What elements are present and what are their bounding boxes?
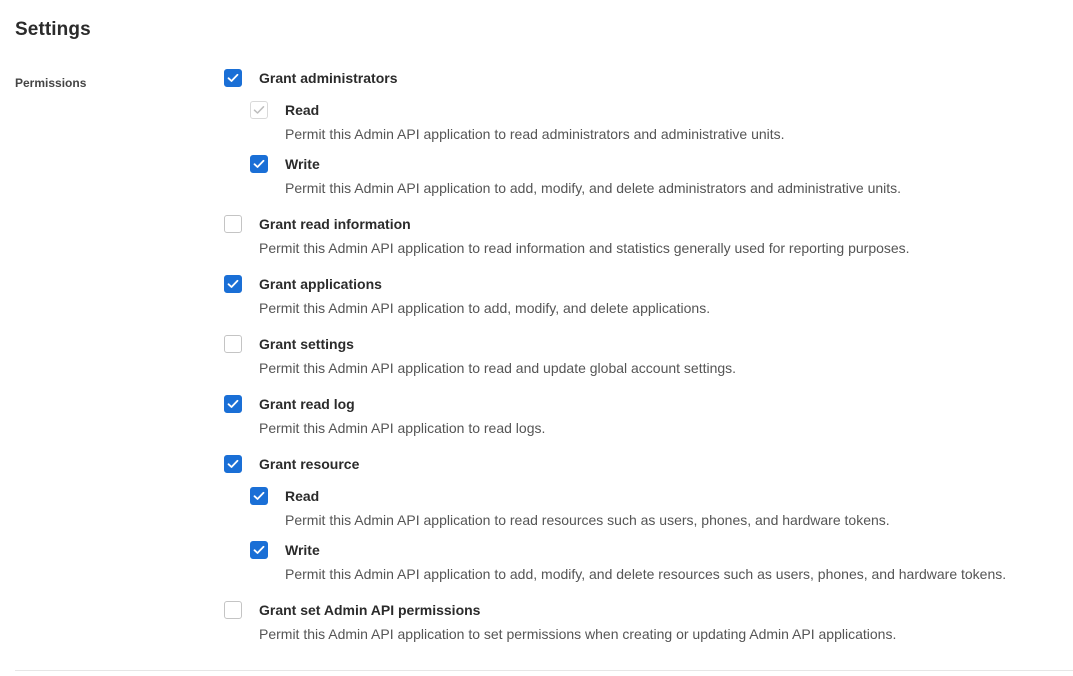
grant-settings-label: Grant settings	[259, 336, 354, 352]
resource-read-checkbox[interactable]	[250, 487, 268, 505]
divider	[15, 670, 1073, 671]
resource-write-description: Permit this Admin API application to add…	[285, 566, 1007, 582]
checkmark-icon	[227, 399, 239, 408]
checkmark-icon	[253, 545, 265, 554]
grant-read-information-description: Permit this Admin API application to rea…	[259, 240, 910, 256]
settings-page: Settings Permissions Grant administrator…	[0, 0, 1073, 676]
option-grant-set-admin-api-permissions: Grant set Admin API permissions Permit t…	[224, 600, 1069, 644]
checkmark-icon	[253, 159, 265, 168]
administrators-write-description: Permit this Admin API application to add…	[285, 180, 902, 196]
grant-applications-checkbox[interactable]	[224, 275, 242, 293]
option-grant-applications: Grant applications Permit this Admin API…	[224, 274, 1069, 318]
grant-settings-checkbox[interactable]	[224, 335, 242, 353]
administrators-write-checkbox[interactable]	[250, 155, 268, 173]
administrators-read-description: Permit this Admin API application to rea…	[285, 126, 785, 142]
grant-set-admin-api-permissions-checkbox[interactable]	[224, 601, 242, 619]
administrators-write-label: Write	[285, 156, 320, 172]
grant-read-log-label: Grant read log	[259, 396, 355, 412]
grant-set-admin-api-permissions-description: Permit this Admin API application to set…	[259, 626, 897, 642]
grant-set-admin-api-permissions-label: Grant set Admin API permissions	[259, 602, 481, 618]
grant-resource-label: Grant resource	[259, 456, 360, 472]
resource-write-label: Write	[285, 542, 320, 558]
resource-read-label: Read	[285, 488, 320, 504]
grant-read-log-description: Permit this Admin API application to rea…	[259, 420, 546, 436]
option-resource-read: Read Permit this Admin API application t…	[250, 486, 1069, 530]
checkmark-icon	[227, 279, 239, 288]
option-administrators-write: Write Permit this Admin API application …	[250, 154, 1069, 198]
option-administrators-read: Read Permit this Admin API application t…	[250, 100, 1069, 144]
option-grant-read-log: Grant read log Permit this Admin API app…	[224, 394, 1069, 438]
grant-read-information-label: Grant read information	[259, 216, 411, 232]
option-grant-administrators: Grant administrators	[224, 68, 1069, 88]
grant-administrators-checkbox[interactable]	[224, 69, 242, 87]
option-resource-write: Write Permit this Admin API application …	[250, 540, 1069, 584]
administrators-read-label: Read	[285, 102, 320, 118]
administrators-read-checkbox	[250, 101, 268, 119]
checkmark-icon	[227, 73, 239, 82]
resource-read-description: Permit this Admin API application to rea…	[285, 512, 890, 528]
option-grant-settings: Grant settings Permit this Admin API app…	[224, 334, 1069, 378]
grant-applications-description: Permit this Admin API application to add…	[259, 300, 711, 316]
permissions-options: Grant administrators Read Permit this Ad…	[224, 68, 1069, 644]
resource-write-checkbox[interactable]	[250, 541, 268, 559]
section-title: Settings	[15, 19, 91, 40]
grant-read-log-checkbox[interactable]	[224, 395, 242, 413]
grant-resource-checkbox[interactable]	[224, 455, 242, 473]
grant-read-information-checkbox[interactable]	[224, 215, 242, 233]
grant-administrators-label: Grant administrators	[259, 70, 398, 86]
checkmark-icon	[253, 491, 265, 500]
grant-settings-description: Permit this Admin API application to rea…	[259, 360, 737, 376]
checkmark-icon	[253, 106, 265, 114]
option-grant-read-information: Grant read information Permit this Admin…	[224, 214, 1069, 258]
permissions-label: Permissions	[15, 76, 87, 90]
option-grant-resource: Grant resource	[224, 454, 1069, 474]
checkmark-icon	[227, 459, 239, 468]
grant-applications-label: Grant applications	[259, 276, 382, 292]
